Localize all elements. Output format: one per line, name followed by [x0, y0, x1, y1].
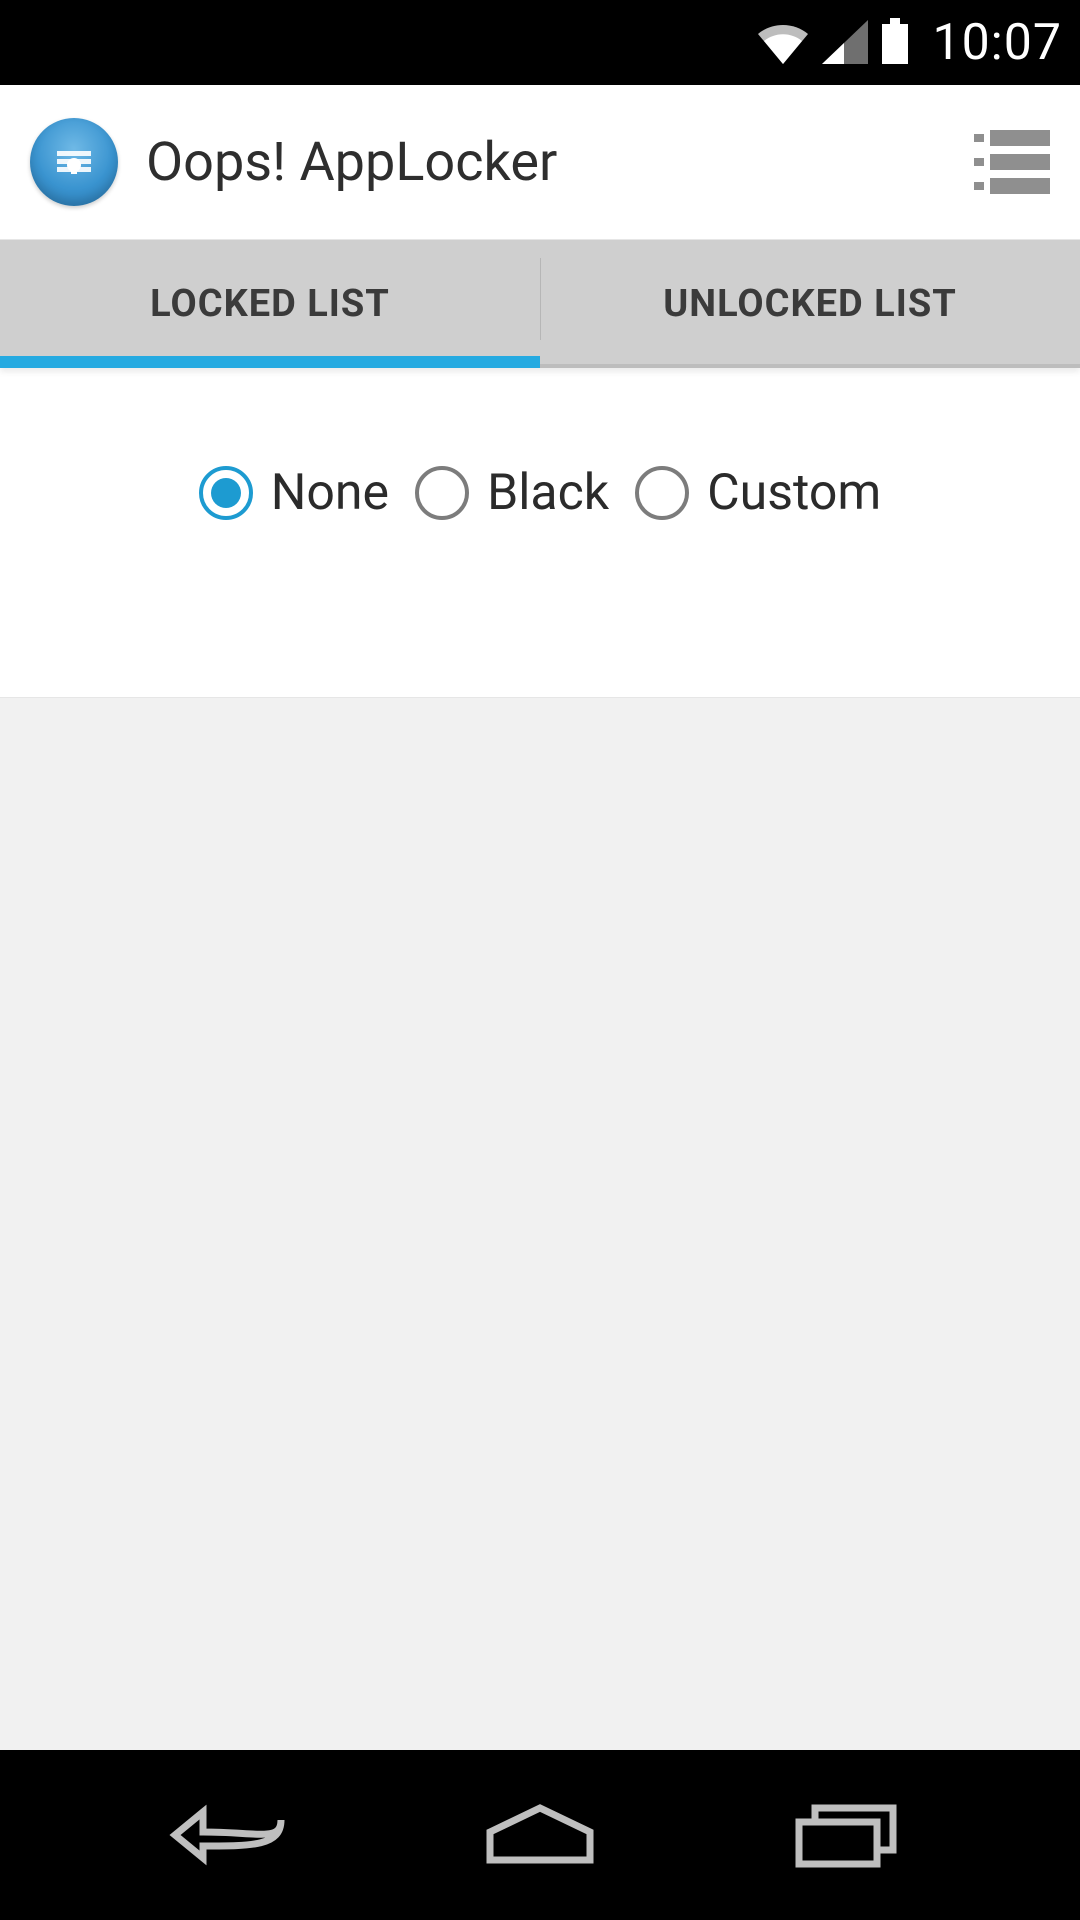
radio-label: Custom — [707, 464, 881, 522]
tab-label: UNLOCKED LIST — [663, 282, 957, 326]
radio-label: Black — [487, 464, 609, 522]
wifi-icon — [756, 20, 810, 68]
radio-button-icon — [199, 466, 253, 520]
list-menu-button[interactable] — [974, 130, 1050, 194]
radio-button-icon — [415, 466, 469, 520]
radio-group: None Black Custom — [199, 464, 882, 522]
status-clock: 10:07 — [932, 14, 1062, 72]
tab-unlocked-list[interactable]: UNLOCKED LIST — [540, 240, 1080, 368]
radio-option-black[interactable]: Black — [415, 464, 609, 522]
background-option-section: None Black Custom — [0, 368, 1080, 698]
app-title: Oops! AppLocker — [146, 131, 557, 194]
content-area: None Black Custom — [0, 368, 1080, 1750]
status-bar: 10:07 — [0, 0, 1080, 85]
tab-locked-list[interactable]: LOCKED LIST — [0, 240, 540, 368]
navigation-bar — [0, 1750, 1080, 1920]
tab-bar: LOCKED LIST UNLOCKED LIST — [0, 240, 1080, 368]
app-icon — [30, 118, 118, 206]
home-button[interactable] — [465, 1785, 615, 1885]
back-button[interactable] — [158, 1785, 308, 1885]
status-icons — [756, 18, 910, 68]
tab-inactive-underline — [540, 364, 1080, 368]
radio-option-none[interactable]: None — [199, 464, 389, 522]
app-bar: Oops! AppLocker — [0, 85, 1080, 240]
radio-label: None — [271, 464, 389, 522]
battery-icon — [880, 18, 910, 68]
tab-label: LOCKED LIST — [150, 282, 390, 326]
recents-button[interactable] — [772, 1785, 922, 1885]
screen: 10:07 Oops! AppLocker LOCKED LIST UNLOC — [0, 0, 1080, 1920]
radio-option-custom[interactable]: Custom — [635, 464, 881, 522]
signal-icon — [822, 20, 868, 68]
radio-button-icon — [635, 466, 689, 520]
empty-list-area — [0, 698, 1080, 1750]
